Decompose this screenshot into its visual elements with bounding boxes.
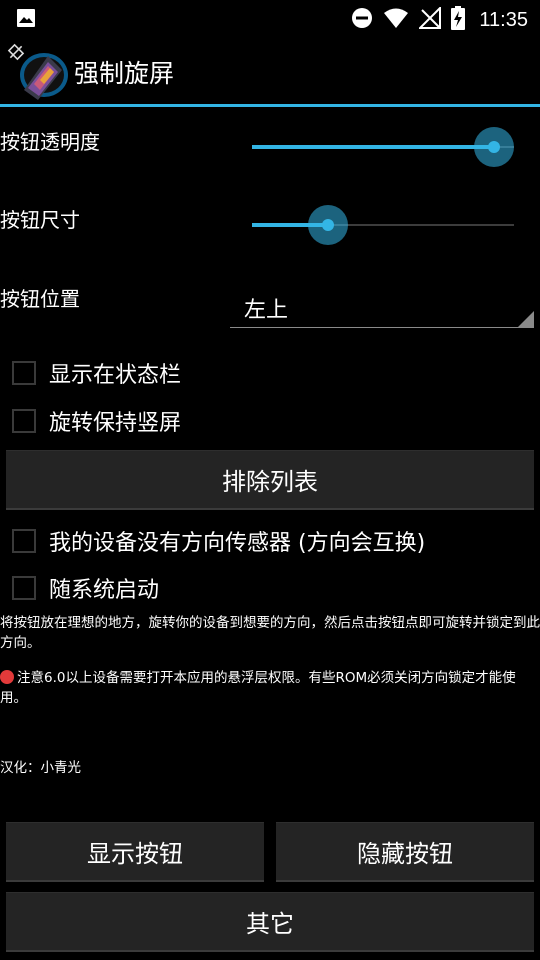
show-in-status-bar-checkbox[interactable] [12,361,36,385]
dropdown-arrow-icon [518,311,534,327]
wifi-icon [383,7,409,33]
do-not-disturb-icon [351,7,373,33]
warning-note: 注意6.0以上设备需要打开本应用的悬浮层权限。有些ROM必须关闭方向锁定才能使用… [0,668,540,708]
size-slider[interactable] [252,205,514,245]
keep-portrait-row[interactable]: 旋转保持竖屏 [12,401,181,441]
dropdown-underline [230,327,534,328]
no-sensor-checkbox[interactable] [12,529,36,553]
hide-button[interactable]: 隐藏按钮 [276,822,534,882]
credit-text: 汉化：小青光 [0,760,81,776]
warning-note-text: 注意6.0以上设备需要打开本应用的悬浮层权限。有些ROM必须关闭方向锁定才能使用… [0,670,516,706]
no-signal-icon [418,5,442,33]
keep-portrait-checkbox[interactable] [12,409,36,433]
instructions-text: 将按钮放在理想的地方，旋转你的设备到想要的方向，然后点击按钮点即可旋转并锁定到此… [0,615,540,651]
app-bar: 强制旋屏 [0,36,540,104]
slider-fill [252,145,494,149]
show-in-status-bar-row[interactable]: 显示在状态栏 [12,353,181,393]
no-sensor-label: 我的设备没有方向传感器 (方向会互换) [49,531,426,556]
autostart-label: 随系统启动 [49,578,160,603]
slider-thumb[interactable] [321,219,334,231]
warning-dot-icon [0,670,14,684]
opacity-label: 按钮透明度 [0,130,100,154]
position-label: 按钮位置 [0,287,80,311]
exclude-list-button[interactable]: 排除列表 [6,450,534,510]
show-button[interactable]: 显示按钮 [6,822,264,882]
status-bar: 11:35 [0,0,540,36]
autostart-checkbox[interactable] [12,576,36,600]
status-time: 11:35 [479,8,528,31]
keep-portrait-label: 旋转保持竖屏 [49,411,182,436]
app-title: 强制旋屏 [74,59,175,88]
show-in-status-bar-label: 显示在状态栏 [49,363,182,388]
opacity-slider[interactable] [252,127,514,167]
battery-charging-icon [451,6,466,34]
no-sensor-row[interactable]: 我的设备没有方向传感器 (方向会互换) [12,521,425,561]
slider-thumb[interactable] [488,141,500,153]
size-label: 按钮尺寸 [0,208,80,232]
image-icon [16,8,36,32]
app-rotate-icon [4,40,68,100]
app-bar-divider [0,104,540,107]
position-dropdown-value: 左上 [244,298,289,323]
autostart-row[interactable]: 随系统启动 [12,568,159,608]
other-button[interactable]: 其它 [6,892,534,952]
position-dropdown[interactable]: 左上 [230,284,534,328]
